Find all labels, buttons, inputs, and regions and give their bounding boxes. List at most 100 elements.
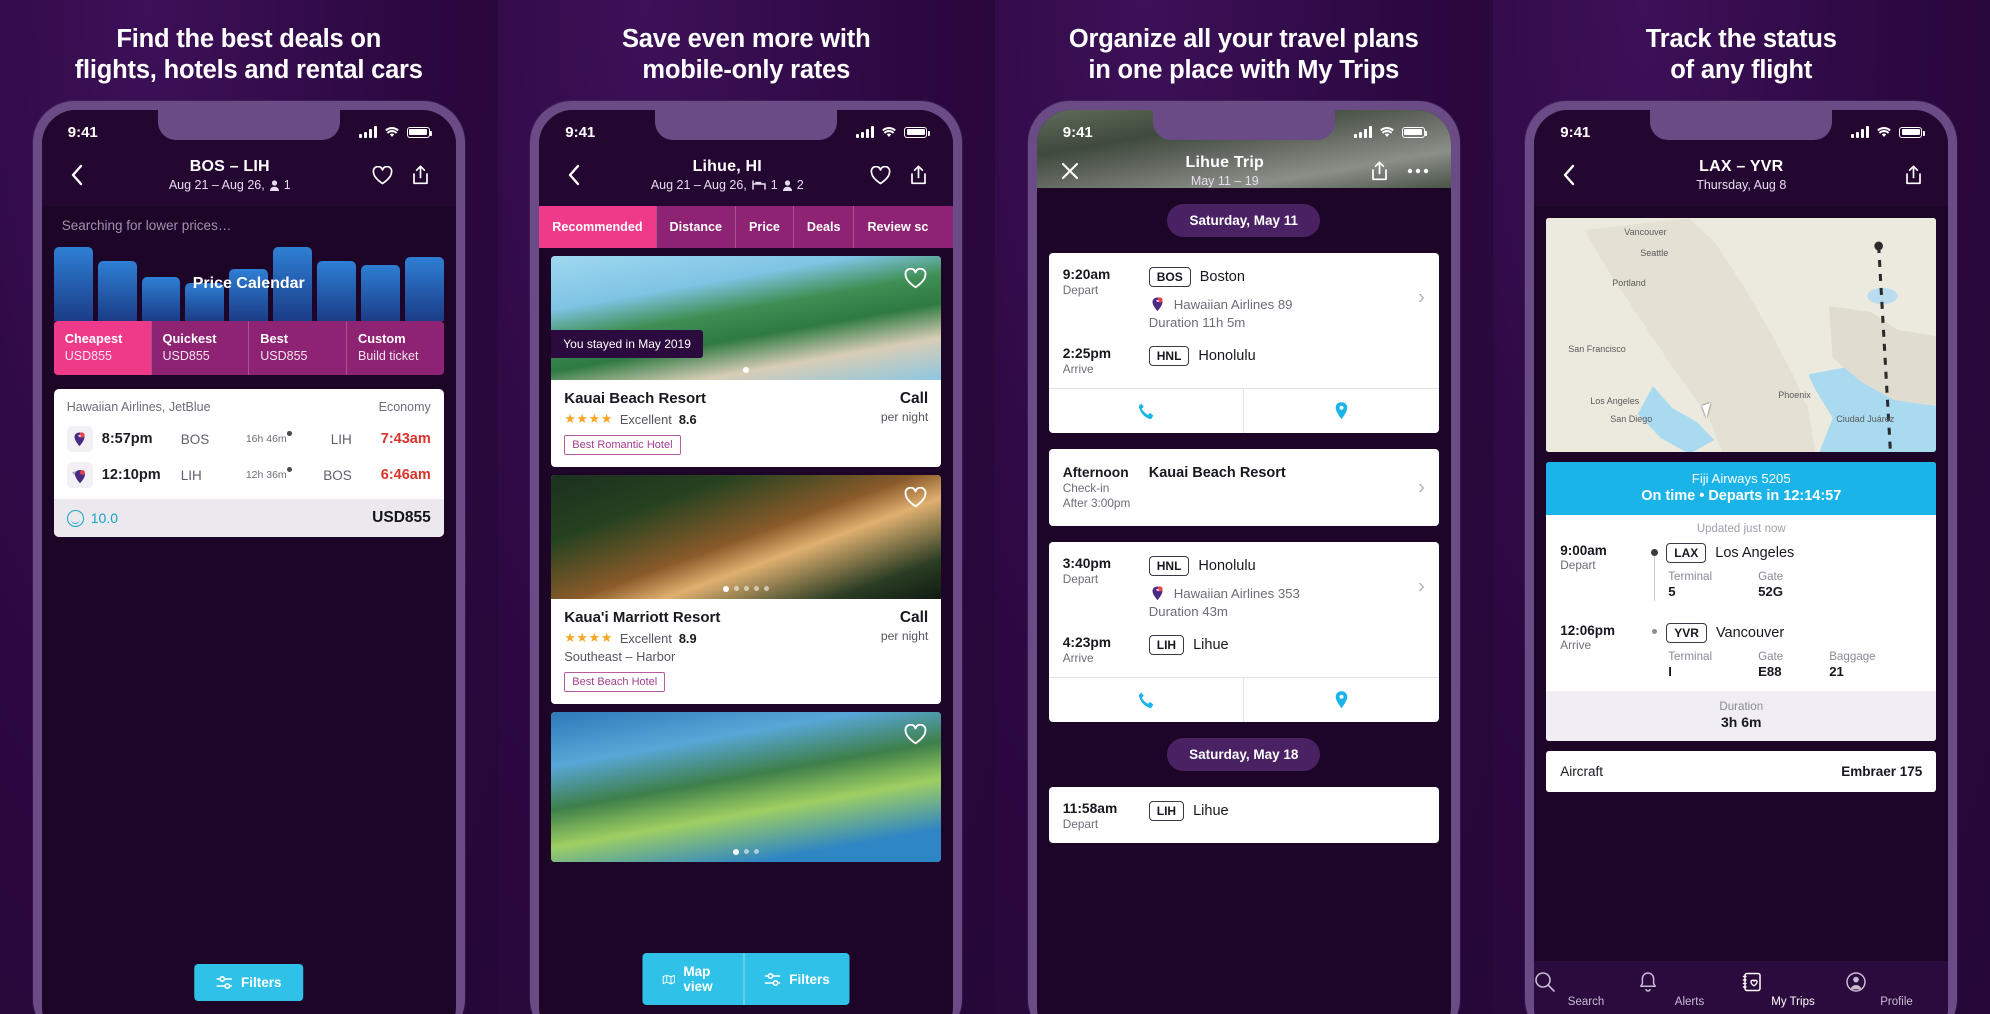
rating-word: Excellent bbox=[619, 630, 672, 646]
favorite-button[interactable] bbox=[904, 487, 927, 508]
favorite-button[interactable] bbox=[865, 160, 895, 190]
fare-tab-price: USD855 bbox=[64, 349, 112, 363]
tab-label: My Trips bbox=[1771, 996, 1815, 1008]
tab-profile[interactable]: Profile bbox=[1845, 971, 1949, 1008]
fare-tab-quickest[interactable]: Quickest USD855 bbox=[150, 321, 249, 375]
result-cabin: Economy bbox=[378, 400, 431, 414]
arrive-label: Arrive bbox=[1560, 638, 1592, 652]
fare-tab-label: Best bbox=[260, 331, 288, 346]
timeline-dot bbox=[1652, 629, 1658, 634]
flight-status-card[interactable]: Fiji Airways 5205 On time • Departs in 1… bbox=[1546, 462, 1937, 741]
call-button[interactable] bbox=[1049, 678, 1244, 722]
map-view-button[interactable]: Map view bbox=[643, 953, 743, 1005]
back-button[interactable] bbox=[62, 160, 92, 190]
share-button[interactable] bbox=[1365, 156, 1395, 186]
airport-code: LIH bbox=[1148, 801, 1185, 821]
flight-result-card[interactable]: Hawaiian Airlines, JetBlue Economy 8:57p… bbox=[53, 389, 444, 537]
map-label-san-francisco: San Francisco bbox=[1568, 344, 1626, 354]
share-button[interactable] bbox=[406, 160, 436, 190]
status-time: 9:41 bbox=[565, 123, 596, 141]
status-banner: Fiji Airways 5205 On time • Departs in 1… bbox=[1546, 462, 1937, 515]
map-location-button[interactable] bbox=[1243, 678, 1439, 722]
hotel-card[interactable] bbox=[551, 712, 942, 862]
aircraft-key: Aircraft bbox=[1560, 764, 1604, 779]
segment-time: 2:25pm bbox=[1062, 346, 1112, 361]
sort-tab-price[interactable]: Price bbox=[735, 206, 793, 248]
segment-time: 9:20am bbox=[1062, 267, 1111, 282]
favorite-button[interactable] bbox=[904, 724, 927, 745]
nav-bar-3: Lihue Trip May 11 – 19 bbox=[1037, 150, 1451, 192]
price-calendar[interactable]: Price Calendar bbox=[53, 247, 444, 321]
back-button[interactable] bbox=[559, 160, 589, 190]
hotel-card[interactable]: You stayed in May 2019 Kauai Beach Resor… bbox=[551, 256, 942, 467]
segment-time: 4:23pm bbox=[1062, 635, 1112, 650]
segment-time: 3:40pm bbox=[1062, 556, 1112, 571]
day-chip[interactable]: Saturday, May 11 bbox=[1167, 204, 1321, 237]
tab-search[interactable]: Search bbox=[1534, 971, 1638, 1008]
timeline-card-flight[interactable]: 11:58am Depart LIH Lihue bbox=[1048, 787, 1439, 843]
carousel-dots[interactable] bbox=[723, 586, 770, 592]
rating-score: 8.9 bbox=[678, 630, 697, 646]
segment-time: 11:58am bbox=[1062, 801, 1118, 816]
heart-icon bbox=[870, 165, 891, 184]
searching-status: Searching for lower prices… bbox=[61, 218, 232, 233]
favorite-button[interactable] bbox=[904, 268, 927, 289]
more-button[interactable] bbox=[1403, 156, 1433, 186]
panel-flight-status: Track the status of any flight 9:41 LAX … bbox=[1492, 0, 1990, 1014]
segment-depart: 9:20am Depart BOS Boston Hawaiian Airlin… bbox=[1049, 253, 1439, 342]
carousel-dots[interactable] bbox=[733, 849, 760, 855]
aircraft-row[interactable]: Aircraft Embraer 175 bbox=[1546, 751, 1937, 792]
timeline-card-flight[interactable]: 3:40pm Depart HNL Honolulu Hawaiian Airl… bbox=[1048, 542, 1439, 722]
filters-button[interactable]: Filters bbox=[193, 964, 304, 1001]
flight-date: Thursday, Aug 8 bbox=[1696, 178, 1787, 192]
hotel-card[interactable]: Kaua'i Marriott Resort ★★★★ Excellent 8.… bbox=[551, 475, 942, 704]
status-countdown: On time • Departs in 12:14:57 bbox=[1641, 488, 1842, 504]
timeline-card-hotel[interactable]: Afternoon Check-in After 3:00pm Kauai Be… bbox=[1048, 449, 1439, 526]
hotel-price-unit: per night bbox=[880, 410, 929, 424]
chevron-right-icon[interactable]: › bbox=[1418, 286, 1425, 309]
terminal-value: 5 bbox=[1668, 584, 1676, 599]
sort-tab-deals[interactable]: Deals bbox=[792, 206, 854, 248]
back-button[interactable] bbox=[1554, 160, 1584, 190]
status-depart-row: 9:00am Depart LAX Los Angeles Terminal 5… bbox=[1546, 539, 1936, 601]
hotel-price: Call bbox=[899, 609, 929, 626]
hotel-name: Kaua'i Marriott Resort bbox=[564, 609, 721, 626]
fare-tabs: Cheapest USD855 Quickest USD855 Best USD… bbox=[53, 321, 444, 375]
airport-code: HNL bbox=[1148, 346, 1190, 366]
map-location-button[interactable] bbox=[1243, 389, 1439, 433]
tab-my-trips[interactable]: My Trips bbox=[1741, 971, 1845, 1008]
sort-tab-distance[interactable]: Distance bbox=[655, 206, 736, 248]
call-button[interactable] bbox=[1049, 389, 1244, 433]
panel-2-headline: Save even more with mobile-only rates bbox=[622, 25, 871, 85]
wifi-icon bbox=[384, 127, 399, 137]
fare-tab-cheapest[interactable]: Cheapest USD855 bbox=[53, 321, 151, 375]
panel-3-headline: Organize all your travel plans in one pl… bbox=[1068, 25, 1419, 85]
filters-button[interactable]: Filters bbox=[743, 953, 850, 1005]
tab-label: Alerts bbox=[1674, 996, 1705, 1008]
timeline-card-flight[interactable]: 9:20am Depart BOS Boston Hawaiian Airlin… bbox=[1048, 253, 1439, 433]
fare-tab-best[interactable]: Best USD855 bbox=[248, 321, 346, 375]
sort-tab-recommended[interactable]: Recommended bbox=[539, 206, 656, 248]
nav-title-block: Lihue, HI Aug 21 – Aug 26, 1 2 bbox=[589, 158, 865, 192]
tab-alerts[interactable]: Alerts bbox=[1638, 971, 1742, 1008]
heart-icon bbox=[904, 487, 927, 508]
fare-tab-custom[interactable]: Custom Build ticket bbox=[346, 321, 444, 375]
chevron-right-icon[interactable]: › bbox=[1418, 476, 1425, 499]
sort-tab-review-score[interactable]: Review sc bbox=[853, 206, 941, 248]
share-button[interactable] bbox=[903, 160, 933, 190]
signal-icon bbox=[856, 126, 875, 138]
day-chip[interactable]: Saturday, May 18 bbox=[1167, 738, 1321, 771]
depart-city: Los Angeles bbox=[1715, 545, 1795, 561]
segment-actions bbox=[1048, 388, 1439, 433]
phone-icon bbox=[1138, 692, 1153, 708]
close-button[interactable] bbox=[1055, 156, 1085, 186]
favorite-button[interactable] bbox=[368, 160, 398, 190]
airline-logo-icon bbox=[1152, 297, 1163, 312]
flight-map[interactable]: Vancouver Seattle Portland San Francisco… bbox=[1546, 218, 1937, 452]
share-button[interactable] bbox=[1898, 160, 1928, 190]
leg-origin: LIH bbox=[180, 467, 202, 483]
nav-bar-4: LAX – YVR Thursday, Aug 8 bbox=[1534, 154, 1948, 206]
carousel-dots[interactable] bbox=[743, 367, 750, 373]
chevron-right-icon[interactable]: › bbox=[1418, 575, 1425, 598]
segment-depart: 3:40pm Depart HNL Honolulu Hawaiian Airl… bbox=[1049, 542, 1439, 631]
